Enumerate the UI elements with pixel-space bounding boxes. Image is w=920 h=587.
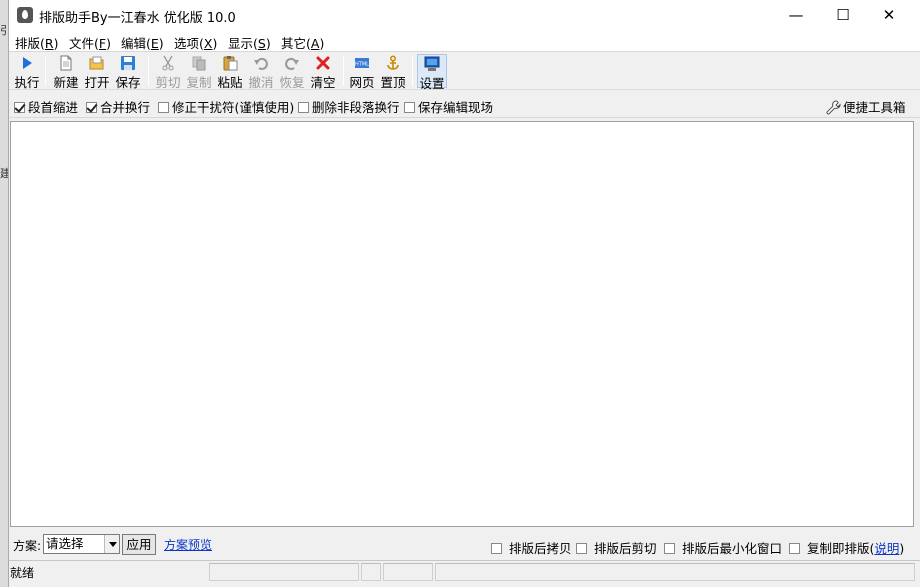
checkbox-checked[interactable]	[86, 102, 97, 113]
save-disk-icon	[121, 56, 135, 70]
checkbox-unchecked[interactable]	[576, 543, 587, 554]
status-panel	[209, 563, 359, 581]
background-text: 建	[0, 167, 8, 180]
wrench-icon	[826, 100, 841, 115]
keep-scene-checkbox[interactable]: 保存编辑现场	[404, 97, 493, 116]
status-bar: 就绪	[9, 560, 920, 587]
svg-text:HTML: HTML	[355, 62, 369, 68]
menu-bar: 排版(R) 文件(F) 编辑(E) 选项(X) 显示(S) 其它(A)	[9, 30, 920, 52]
open-folder-icon	[89, 56, 104, 70]
menu-layout[interactable]: 排版(R)	[15, 33, 58, 52]
menu-file[interactable]: 文件(F)	[69, 33, 111, 52]
status-panel	[361, 563, 381, 581]
clear-button[interactable]: 清空	[309, 54, 337, 90]
indent-checkbox[interactable]: 段首缩进	[14, 97, 78, 116]
clear-x-icon	[316, 56, 330, 70]
scheme-preview-link[interactable]: 方案预览	[164, 536, 212, 553]
play-icon	[23, 57, 32, 69]
apply-button[interactable]: 应用	[122, 534, 156, 555]
scheme-select[interactable]: 请选择	[43, 534, 120, 554]
status-panel	[383, 563, 433, 581]
cut-button[interactable]: 剪切	[154, 54, 182, 90]
checkbox-unchecked[interactable]	[158, 102, 169, 113]
copy-button[interactable]: 复制	[185, 54, 213, 90]
web-button[interactable]: HTML 网页	[348, 54, 376, 90]
toolbar-separator	[412, 56, 413, 86]
bottom-bar: 方案: 请选择 应用 方案预览 排版后拷贝 排版后剪切 排版后最小化窗口 复制即…	[9, 530, 920, 560]
paste-clipboard-icon	[223, 56, 238, 71]
toolbar-separator	[45, 56, 46, 86]
cut-after-checkbox[interactable]: 排版后剪切	[576, 538, 657, 557]
maximize-button[interactable]: ☐	[820, 0, 866, 30]
explain-link[interactable]: 说明	[874, 541, 899, 556]
delete-breaks-checkbox[interactable]: 删除非段落换行	[298, 97, 400, 116]
redo-button[interactable]: 恢复	[278, 54, 306, 90]
menu-options[interactable]: 选项(X)	[174, 33, 217, 52]
close-button[interactable]: ✕	[866, 0, 912, 30]
app-icon	[17, 7, 33, 23]
scheme-label: 方案:	[13, 539, 42, 553]
menu-edit[interactable]: 编辑(E)	[121, 33, 164, 52]
paste-button[interactable]: 粘贴	[216, 54, 244, 90]
checkbox-unchecked[interactable]	[491, 543, 502, 554]
title-bar[interactable]: 排版助手By一江春水 优化版 10.0 — ☐ ✕	[9, 0, 920, 30]
anchor-icon	[387, 55, 399, 70]
open-button[interactable]: 打开	[83, 54, 111, 90]
minimize-button[interactable]: —	[773, 0, 819, 30]
text-editor-area[interactable]	[10, 121, 914, 527]
status-panel	[435, 563, 915, 581]
new-button[interactable]: 新建	[52, 54, 80, 90]
status-text: 就绪	[10, 566, 35, 580]
toolbox-button[interactable]: 便捷工具箱	[826, 97, 906, 116]
copy-icon	[192, 56, 206, 71]
copy-after-checkbox[interactable]: 排版后拷贝	[491, 538, 572, 557]
options-bar: 段首缩进 合并换行 修正干扰符(谨慎使用) 删除非段落换行 保存编辑现场 便捷工…	[9, 91, 920, 118]
toolbar-separator	[148, 56, 149, 86]
redo-icon	[285, 57, 299, 70]
background-text: 引	[0, 24, 8, 37]
monitor-settings-icon	[424, 56, 440, 71]
scissors-icon	[162, 55, 174, 71]
minimize-after-checkbox[interactable]: 排版后最小化窗口	[664, 538, 782, 557]
checkbox-unchecked[interactable]	[789, 543, 800, 554]
html-page-icon: HTML	[355, 58, 369, 68]
undo-button[interactable]: 撤消	[247, 54, 275, 90]
window-title: 排版助手By一江春水 优化版 10.0	[39, 11, 236, 26]
menu-display[interactable]: 显示(S)	[228, 33, 271, 52]
undo-icon	[254, 57, 268, 70]
menu-other[interactable]: 其它(A)	[281, 33, 324, 52]
toolbar-separator	[343, 56, 344, 86]
copy-to-format-checkbox[interactable]: 复制即排版(说明)	[789, 538, 904, 557]
pin-top-button[interactable]: 置顶	[379, 54, 407, 90]
merge-lines-checkbox[interactable]: 合并换行	[86, 97, 150, 116]
toolbar: 执行 新建 打开 保存 剪切 复制 粘贴 撤消 恢复 清空 HTML 网页 置顶…	[9, 52, 920, 91]
checkbox-unchecked[interactable]	[404, 102, 415, 113]
new-document-icon	[60, 55, 72, 71]
app-window: 排版助手By一江春水 优化版 10.0 — ☐ ✕ 排版(R) 文件(F) 编辑…	[8, 0, 920, 587]
fix-interference-checkbox[interactable]: 修正干扰符(谨慎使用)	[158, 97, 294, 116]
run-button[interactable]: 执行	[13, 54, 41, 90]
checkbox-unchecked[interactable]	[298, 102, 309, 113]
save-button[interactable]: 保存	[114, 54, 142, 90]
settings-button[interactable]: 设置	[417, 54, 447, 91]
background-window-strip: 引 建	[0, 0, 8, 587]
chevron-down-icon[interactable]	[104, 535, 119, 553]
checkbox-checked[interactable]	[14, 102, 25, 113]
checkbox-unchecked[interactable]	[664, 543, 675, 554]
